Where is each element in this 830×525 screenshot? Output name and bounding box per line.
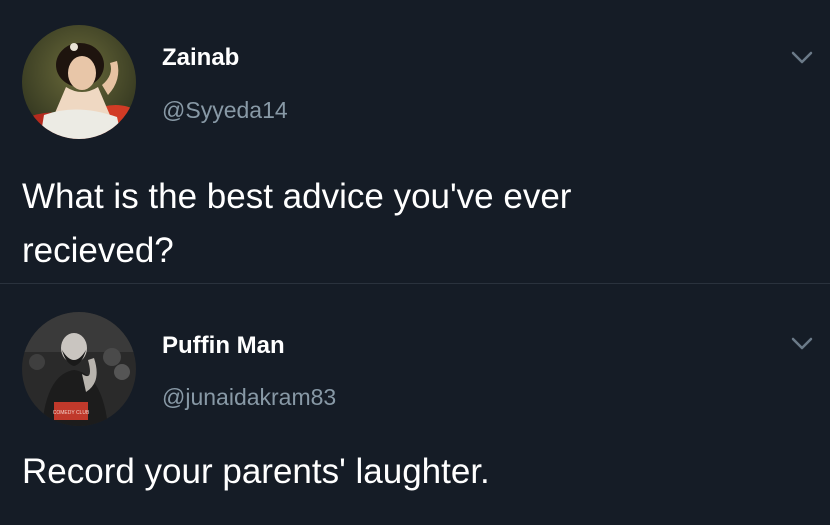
display-name[interactable]: Puffin Man (162, 332, 285, 360)
avatar[interactable]: COMEDY CLUB (22, 312, 136, 426)
tweet[interactable]: Zainab @Syyeda14 What is the best advice… (0, 0, 830, 283)
tweet-text-line: recieved? (22, 231, 174, 270)
chevron-down-icon[interactable] (790, 336, 814, 352)
tweet-text: What is the best advice you've ever reci… (22, 170, 802, 278)
tweet-text-line: What is the best advice you've ever (22, 177, 572, 216)
tweet-text: Record your parents' laughter. (22, 445, 802, 499)
comedy-club-photo-avatar: COMEDY CLUB (22, 312, 136, 426)
comedy-club-sign-text: COMEDY CLUB (53, 410, 90, 416)
user-handle[interactable]: @Syyeda14 (162, 97, 288, 124)
victorian-portrait-avatar (22, 25, 136, 139)
user-handle[interactable]: @junaidakram83 (162, 384, 336, 411)
tweet-text-line: Record your parents' laughter. (22, 452, 490, 491)
chevron-down-icon[interactable] (790, 50, 814, 66)
tweet[interactable]: COMEDY CLUB Puffin Man @junaidakram83 Re… (0, 284, 830, 525)
avatar[interactable] (22, 25, 136, 139)
display-name[interactable]: Zainab (162, 44, 239, 72)
